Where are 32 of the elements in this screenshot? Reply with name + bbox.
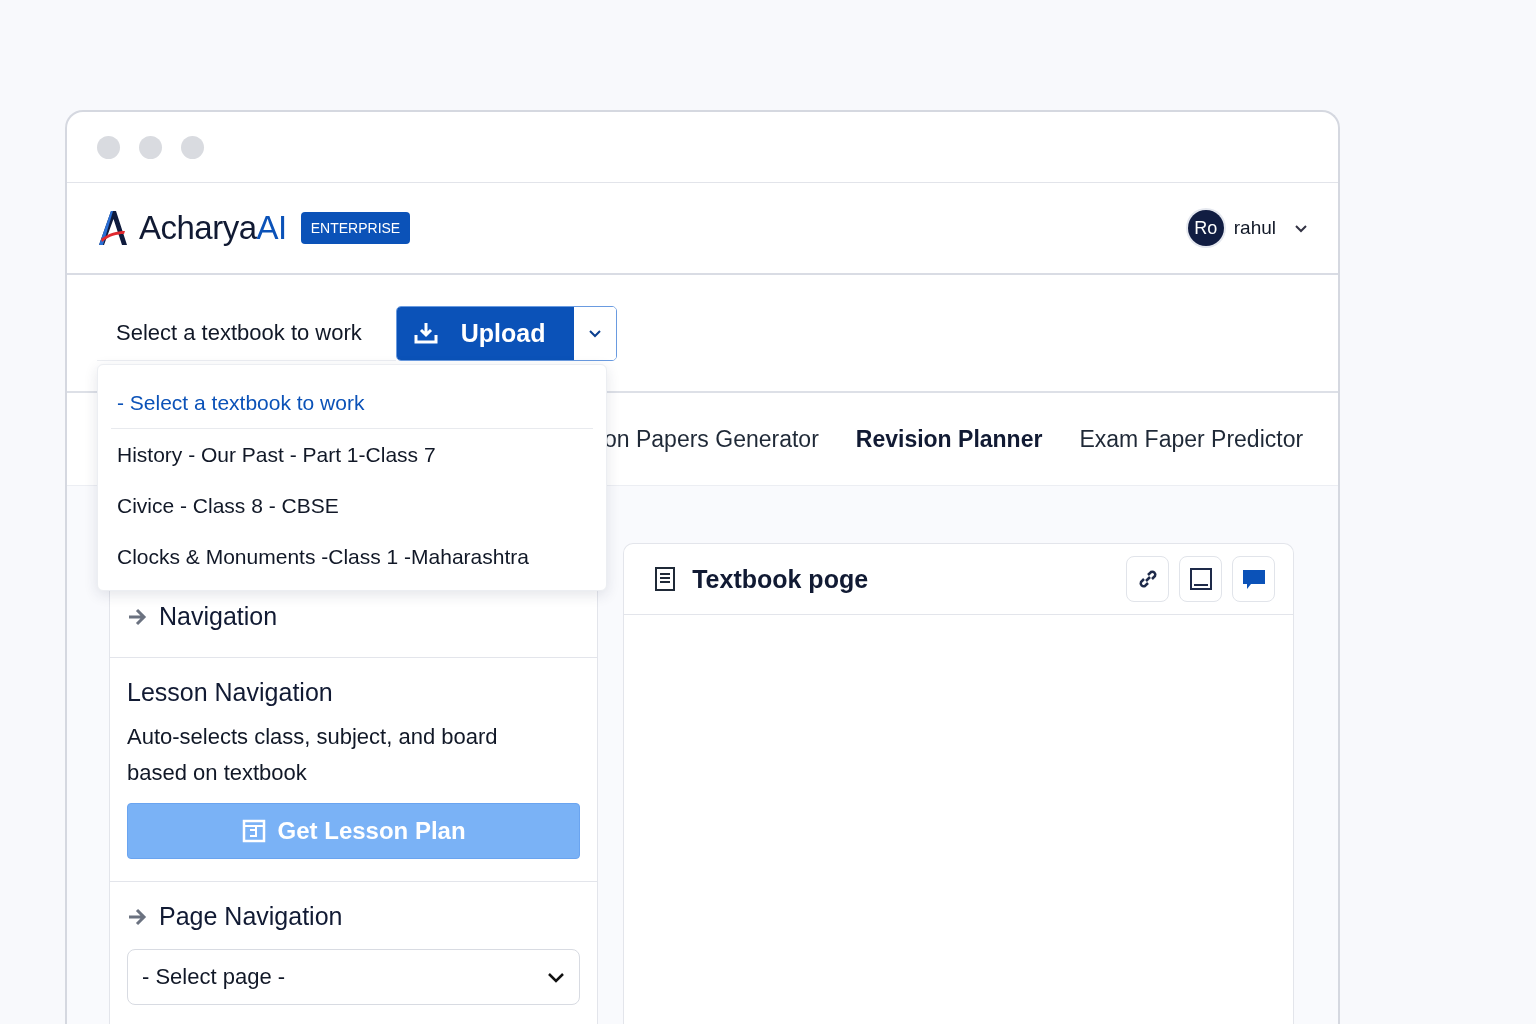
panel-icon	[1188, 567, 1213, 591]
document-icon	[654, 566, 677, 592]
page-select[interactable]: - Select page -	[127, 949, 581, 1005]
dropdown-item[interactable]: History - Our Past - Part 1-Class 7	[98, 429, 593, 480]
dropdown-item[interactable]: Civice - Class 8 - CBSE	[98, 480, 593, 531]
plan-badge: ENTERPRISE	[300, 212, 411, 244]
textbook-select[interactable]: Select a textbook to work	[97, 305, 396, 361]
upload-icon	[412, 321, 439, 345]
arrow-right-icon	[127, 607, 147, 626]
chat-icon	[1240, 567, 1267, 591]
section-heading: Navigation	[159, 602, 278, 631]
calendar-icon	[241, 819, 266, 843]
card-title: Textbook poge	[692, 564, 869, 594]
tab[interactable]: Exam Faper Predictor	[1079, 425, 1304, 453]
dropdown-item[interactable]: - Select a textbook to work	[111, 377, 593, 429]
tab[interactable]: Revision Planner	[855, 425, 1043, 453]
chevron-down-icon	[547, 971, 566, 983]
chevron-down-icon[interactable]	[1294, 223, 1308, 233]
description: Auto-selects class, subject, and board based on textbook	[127, 723, 499, 787]
section-heading: Page Navigation	[159, 902, 343, 931]
panel-button[interactable]	[1179, 556, 1222, 602]
chat-button[interactable]	[1232, 556, 1275, 602]
user-name[interactable]: rahul	[1233, 217, 1276, 239]
dropdown-item[interactable]: Clocks & Monuments -Class 1 -Maharashtra	[98, 531, 593, 582]
brand-name: AcharyaAI	[139, 209, 287, 247]
logo-icon	[97, 209, 129, 247]
user-avatar[interactable]: Ro	[1187, 210, 1224, 246]
arrow-right-icon	[127, 907, 147, 926]
section-heading: Lesson Navigation	[127, 678, 334, 707]
upload-button[interactable]: Upload	[396, 306, 574, 360]
link-button[interactable]	[1126, 556, 1169, 602]
caret-icon	[587, 328, 602, 338]
